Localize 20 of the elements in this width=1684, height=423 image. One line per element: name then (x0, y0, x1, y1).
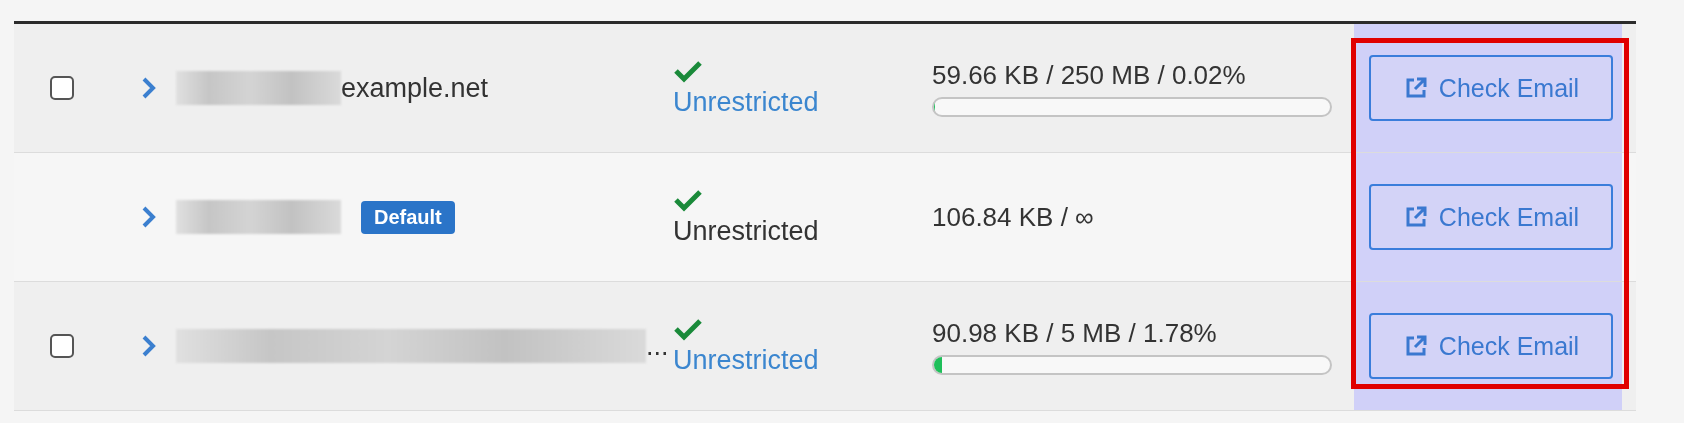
check-email-button[interactable]: Check Email (1369, 184, 1613, 250)
usage-text: 59.66 KB / 250 MB / 0.02% (932, 59, 1246, 91)
status-text[interactable]: Unrestricted (673, 86, 819, 118)
account-name: ... (646, 330, 669, 362)
chevron-icon[interactable] (140, 76, 158, 100)
row-checkbox[interactable] (50, 334, 74, 358)
usage-text: 106.84 KB / ∞ (932, 201, 1094, 233)
checkmark-icon (673, 187, 703, 212)
chevron-icon[interactable] (140, 334, 158, 358)
check-email-button[interactable]: Check Email (1369, 313, 1613, 379)
default-badge: Default (361, 200, 455, 234)
status-text: Unrestricted (673, 215, 819, 247)
account-name: example.net (341, 72, 489, 104)
checkmark-icon (673, 316, 703, 341)
chevron-icon[interactable] (140, 205, 158, 229)
row-checkbox[interactable] (50, 76, 74, 100)
check-email-button[interactable]: Check Email (1369, 55, 1613, 121)
status-text[interactable]: Unrestricted (673, 344, 819, 376)
usage-text: 90.98 KB / 5 MB / 1.78% (932, 317, 1217, 349)
checkmark-icon (673, 58, 703, 83)
